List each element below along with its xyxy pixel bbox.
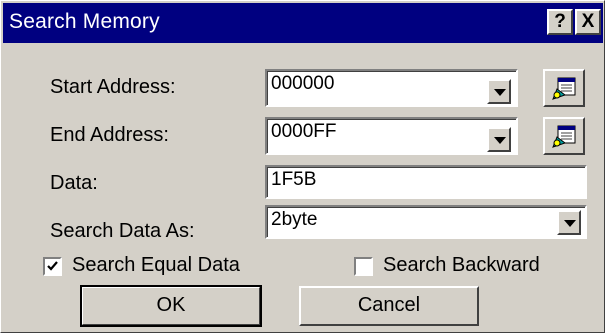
data-label: Data: <box>50 172 98 194</box>
search-data-as-label: Search Data As: <box>50 220 195 242</box>
help-button[interactable]: ? <box>547 9 573 35</box>
end-address-combo[interactable]: 0000FF <box>265 117 518 155</box>
check-icon <box>47 261 58 271</box>
search-backward-checkbox[interactable] <box>354 257 373 276</box>
chevron-down-icon <box>494 89 506 96</box>
end-address-label: End Address: <box>50 124 169 146</box>
chevron-down-icon <box>564 220 576 227</box>
close-button[interactable]: X <box>575 9 601 35</box>
start-address-value: 000000 <box>271 73 335 94</box>
search-equal-checkbox[interactable] <box>43 257 62 276</box>
memory-browse-icon <box>552 77 576 100</box>
start-address-combo[interactable]: 000000 <box>265 69 518 107</box>
end-address-value: 0000FF <box>271 121 337 142</box>
memory-browse-icon <box>552 125 576 148</box>
title-bar[interactable]: Search Memory ? X <box>3 3 603 43</box>
search-data-as-dropdown-button[interactable] <box>557 210 581 235</box>
start-address-browse-button[interactable] <box>543 69 585 107</box>
data-input[interactable]: 1F5B <box>265 165 587 199</box>
search-memory-dialog: Search Memory ? X Start Address: 000000 … <box>0 0 605 333</box>
search-data-as-select[interactable]: 2byte <box>265 205 587 239</box>
search-data-as-value: 2byte <box>271 209 318 230</box>
ok-button[interactable]: OK <box>80 285 262 327</box>
data-value: 1F5B <box>271 169 317 190</box>
end-address-browse-button[interactable] <box>543 117 585 155</box>
start-address-dropdown-button[interactable] <box>487 79 511 104</box>
cancel-button[interactable]: Cancel <box>299 286 479 326</box>
start-address-label: Start Address: <box>50 76 176 98</box>
search-backward-label[interactable]: Search Backward <box>383 254 540 277</box>
end-address-dropdown-button[interactable] <box>487 127 511 152</box>
search-equal-label[interactable]: Search Equal Data <box>72 254 240 277</box>
chevron-down-icon <box>494 137 506 144</box>
window-title: Search Memory <box>9 10 160 33</box>
